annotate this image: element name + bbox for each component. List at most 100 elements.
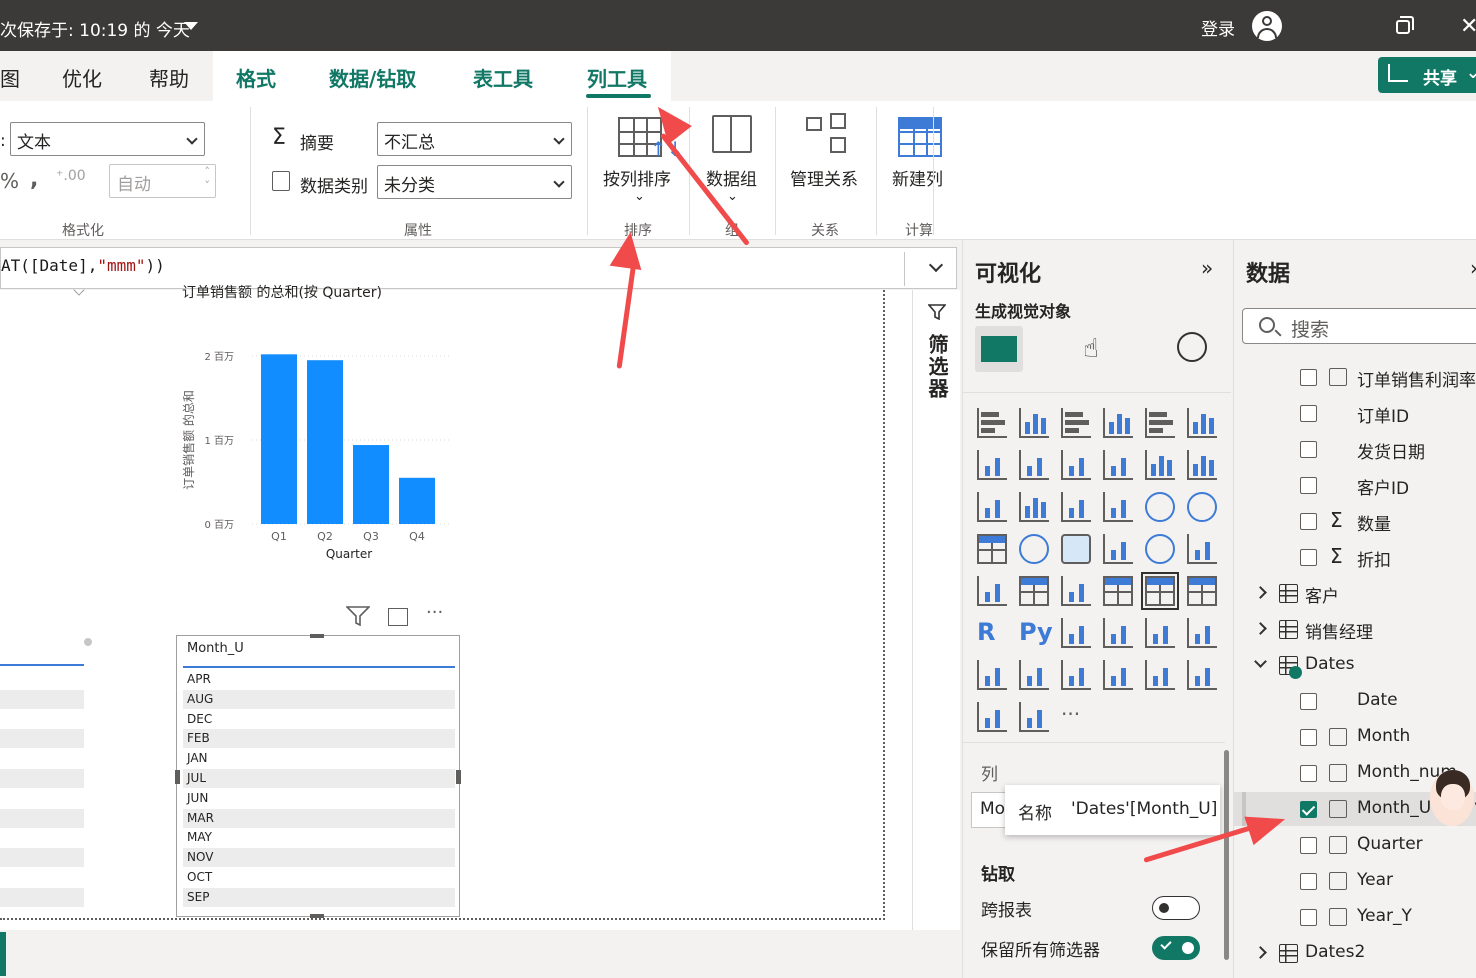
cross-report-toggle[interactable] <box>1152 896 1200 920</box>
field-checkbox[interactable] <box>1300 405 1317 422</box>
search-field[interactable]: 搜索 <box>1242 308 1476 344</box>
data-category-select[interactable]: 未分类 <box>377 165 572 199</box>
slicer-item[interactable]: JAN <box>183 749 455 769</box>
resize-handle[interactable] <box>456 770 461 784</box>
keep-filters-toggle[interactable] <box>1152 936 1200 960</box>
field-checkbox[interactable] <box>1300 477 1317 494</box>
new-column-button[interactable]: 新建列 <box>886 109 952 217</box>
power-automate-flow-icon[interactable] <box>977 702 1007 732</box>
card-icon[interactable] <box>1187 534 1217 564</box>
chevron-right-icon[interactable] <box>1254 586 1267 599</box>
slicer-item[interactable] <box>0 769 84 788</box>
more-visuals-icon[interactable]: ··· <box>1061 702 1091 732</box>
slicer-item[interactable]: SEP <box>183 887 455 907</box>
narrative-icon[interactable] <box>1019 576 1049 606</box>
viz-pane-scrollbar[interactable] <box>1224 750 1229 960</box>
formula-bar[interactable]: AT([Date],"mmm")) <box>0 247 957 289</box>
field-checkbox[interactable] <box>1300 873 1317 890</box>
field-row[interactable]: Σ 数量 <box>1234 504 1476 538</box>
focus-mode-icon[interactable] <box>388 608 408 626</box>
format-visual-icon[interactable]: ☝ <box>1083 334 1099 364</box>
table-icon[interactable] <box>1141 572 1179 610</box>
formula-text[interactable]: AT([Date],"mmm")) <box>1 256 165 275</box>
slicer-item[interactable]: DEC <box>183 709 455 729</box>
build-visual-tab[interactable] <box>975 326 1023 372</box>
multi-row-card-icon[interactable] <box>977 576 1007 606</box>
slicer-item[interactable] <box>0 828 84 848</box>
power-apps-visual-icon[interactable] <box>1019 702 1049 732</box>
scatter-chart-icon[interactable] <box>1103 492 1133 522</box>
slicer-item[interactable] <box>0 808 84 828</box>
restore-window-icon[interactable] <box>1396 16 1414 34</box>
map-icon[interactable] <box>1019 534 1049 564</box>
chevron-right-icon[interactable] <box>1254 946 1267 959</box>
scroll-knob[interactable] <box>84 638 92 646</box>
spin-up-icon[interactable]: ˄ <box>205 165 211 178</box>
table-row[interactable]: Dates <box>1234 648 1476 682</box>
azure-map-icon[interactable] <box>1103 534 1133 564</box>
month-slicer-visual[interactable]: Month_U APR AUG DEC FEB JAN JUL JUN MAR MAY NOV OC… <box>175 634 461 918</box>
slicer-item[interactable]: JUL <box>183 769 455 788</box>
image-icon[interactable] <box>1187 660 1217 690</box>
account-avatar-icon[interactable] <box>1252 11 1282 41</box>
save-menu-caret-icon[interactable] <box>184 22 198 30</box>
resize-handle[interactable] <box>175 770 180 784</box>
qa-icon[interactable] <box>1145 618 1175 648</box>
stacked-column-chart-icon[interactable] <box>1019 408 1049 438</box>
slicer-item[interactable] <box>0 689 84 709</box>
field-checkbox[interactable] <box>1300 513 1317 530</box>
gauge-icon[interactable] <box>1145 534 1175 564</box>
analytics-icon[interactable] <box>1177 332 1207 362</box>
format-select[interactable]: 文本 <box>10 122 205 156</box>
slicer-item[interactable]: MAY <box>183 828 455 848</box>
slicer-item[interactable]: MAR <box>183 808 455 828</box>
filter-pane-collapsed[interactable]: 筛选器 <box>912 290 960 930</box>
field-checkbox[interactable] <box>1300 693 1317 710</box>
treemap-icon[interactable] <box>977 534 1007 564</box>
report-icon[interactable] <box>1019 660 1049 690</box>
100-column-chart-icon[interactable] <box>1187 408 1217 438</box>
slicer-icon[interactable] <box>1103 576 1133 606</box>
kpi-icon[interactable] <box>1061 576 1091 606</box>
filled-map-icon[interactable] <box>1061 534 1091 564</box>
field-row[interactable]: Date <box>1234 684 1476 718</box>
100-area-chart-icon[interactable] <box>1103 450 1133 480</box>
chevron-down-icon[interactable] <box>1254 655 1267 668</box>
field-checkbox[interactable] <box>1300 441 1317 458</box>
field-checkbox[interactable] <box>1300 837 1317 854</box>
r-visual-icon[interactable]: R <box>977 618 1007 648</box>
table-row[interactable]: 客户 <box>1234 576 1476 610</box>
line-chart-icon[interactable] <box>977 450 1007 480</box>
collapse-pane-icon[interactable]: › <box>1470 256 1476 280</box>
goals-icon[interactable] <box>977 660 1007 690</box>
line-clustered-column-chart-icon[interactable] <box>1187 450 1217 480</box>
key-influencers-icon[interactable] <box>1061 618 1091 648</box>
slicer-item[interactable] <box>0 670 84 689</box>
paginated-report-icon[interactable] <box>1187 618 1217 648</box>
field-row[interactable]: Year_Y <box>1234 900 1476 934</box>
slicer-item[interactable] <box>0 788 84 808</box>
tab-view[interactable]: 图 <box>0 63 20 92</box>
close-window-icon[interactable]: ✕ <box>1460 14 1476 39</box>
field-row[interactable]: 发货日期 <box>1234 432 1476 466</box>
slicer-item[interactable] <box>0 709 84 729</box>
matrix-icon[interactable] <box>1187 576 1217 606</box>
tab-format[interactable]: 格式 <box>236 63 276 92</box>
field-row[interactable]: 订单销售利润率 <box>1234 360 1476 394</box>
tab-table-tools[interactable]: 表工具 <box>473 63 533 92</box>
field-checkbox[interactable] <box>1300 765 1317 782</box>
field-row[interactable]: Year <box>1234 864 1476 898</box>
slicer-item[interactable]: JUN <box>183 788 455 808</box>
decimal-icon[interactable]: ⁺.00 <box>56 168 86 184</box>
table-row[interactable]: 销售经理 <box>1234 612 1476 646</box>
ribbon-chart-icon[interactable] <box>977 492 1007 522</box>
funnel-chart-icon[interactable] <box>1061 492 1091 522</box>
field-checkbox[interactable] <box>1300 801 1317 818</box>
filter-icon[interactable] <box>345 606 371 627</box>
tab-data-drill[interactable]: 数据/钻取 <box>329 63 416 92</box>
slicer-item[interactable] <box>0 749 84 769</box>
table-row[interactable]: Dates2 <box>1234 936 1476 970</box>
slicer-item[interactable] <box>0 887 84 907</box>
more-options-icon[interactable]: ··· <box>426 602 443 623</box>
power-apps-icon[interactable] <box>1103 660 1133 690</box>
